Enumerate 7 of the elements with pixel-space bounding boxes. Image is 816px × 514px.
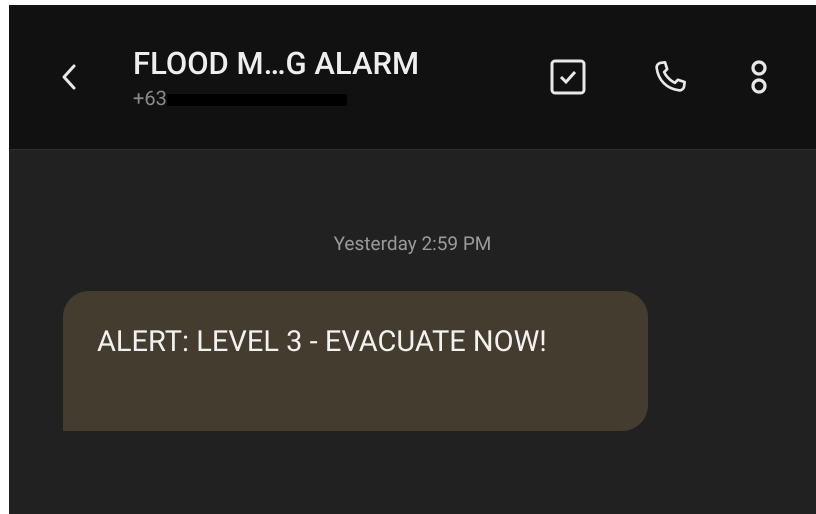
checkbox-icon [550,59,586,95]
contact-name: FLOOD M…G ALARM [133,44,420,84]
back-icon [61,63,77,91]
select-button[interactable] [548,57,588,97]
message-timestamp: Yesterday 2:59 PM [334,231,492,257]
message-bubble: ALERT: LEVEL 3 - EVACUATE NOW! [63,290,648,430]
phone-number: +63 [133,86,167,110]
